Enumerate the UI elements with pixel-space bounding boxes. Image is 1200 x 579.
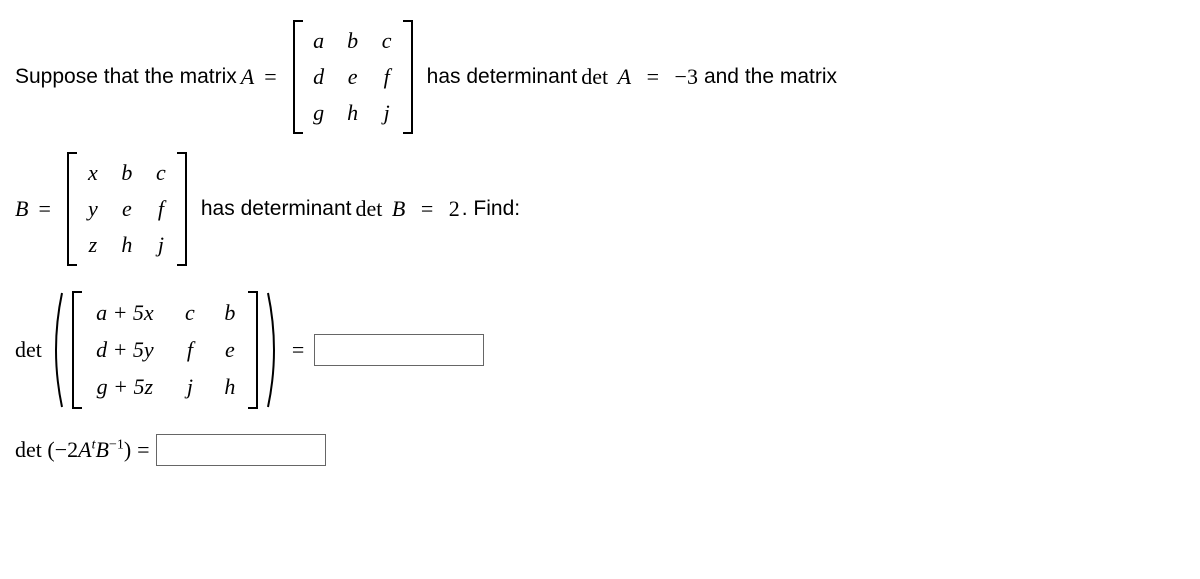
text-has-det-B: has determinant	[201, 197, 352, 221]
bracket-left-icon	[293, 20, 303, 134]
text-and-matrix: and the matrix	[704, 65, 837, 89]
paren-open: (	[47, 437, 54, 462]
bracket-right-icon	[248, 291, 258, 409]
matrix-A: a b c d e f g h j	[293, 20, 413, 134]
det-label: det	[355, 196, 382, 221]
det-var: A	[618, 64, 631, 89]
cell: e	[119, 196, 135, 222]
cell: c	[153, 160, 169, 186]
cell: g	[311, 100, 327, 126]
det-A-expression: det A = −3	[581, 64, 698, 90]
cell: c	[379, 28, 395, 54]
matrix-B: x b c y e f z h j	[67, 152, 187, 266]
var-A2: A	[78, 437, 91, 462]
var-B: B	[15, 196, 28, 222]
cell: b	[220, 300, 240, 326]
question-line-2: det (−2AtB−1) =	[15, 434, 1185, 466]
cell: c	[180, 300, 200, 326]
bracket-right-icon	[403, 20, 413, 134]
problem-line-1: Suppose that the matrix A = a b c d e f …	[15, 20, 1185, 134]
bracket-left-icon	[67, 152, 77, 266]
det-label: det	[15, 437, 42, 462]
neg2: −2	[55, 437, 78, 462]
equals-q2: =	[137, 437, 149, 463]
text-find: . Find:	[462, 197, 520, 221]
equals-2: =	[38, 196, 50, 222]
equals-q1: =	[292, 337, 304, 363]
paren-left-icon	[48, 291, 66, 409]
cell: y	[85, 196, 101, 222]
paren-right-icon	[264, 291, 282, 409]
cell: z	[85, 232, 101, 258]
cell: e	[345, 64, 361, 90]
answer-input-2[interactable]	[156, 434, 326, 466]
equals: =	[647, 64, 659, 89]
cell: d + 5y	[90, 337, 160, 363]
cell: j	[180, 374, 200, 400]
cell: d	[311, 64, 327, 90]
cell: x	[85, 160, 101, 186]
det-B-expression: det B = 2	[355, 196, 459, 222]
cell: j	[379, 100, 395, 126]
cell: f	[379, 64, 395, 90]
cell: b	[345, 28, 361, 54]
matrix-A-body: a b c d e f g h j	[303, 20, 403, 134]
bracket-left-icon	[72, 291, 82, 409]
det-val: 2	[449, 196, 460, 221]
det-val: −3	[675, 64, 698, 89]
paren-close: )	[124, 437, 131, 462]
text-has-det-A: has determinant	[427, 65, 578, 89]
det-expression-2: det (−2AtB−1)	[15, 437, 131, 463]
cell: a	[311, 28, 327, 54]
problem-line-2: B = x b c y e f z h j has determinant de…	[15, 152, 1185, 266]
cell: h	[345, 100, 361, 126]
inverse-sup: −1	[109, 438, 124, 453]
cell: h	[119, 232, 135, 258]
det-label-q1: det	[15, 337, 42, 363]
det-label: det	[581, 64, 608, 89]
matrix-B-body: x b c y e f z h j	[77, 152, 177, 266]
paren-group: a + 5x c b d + 5y f e g + 5z j h	[48, 291, 282, 409]
matrix-C-body: a + 5x c b d + 5y f e g + 5z j h	[82, 291, 248, 409]
cell: h	[220, 374, 240, 400]
bracket-right-icon	[177, 152, 187, 266]
det-var: B	[392, 196, 405, 221]
matrix-C: a + 5x c b d + 5y f e g + 5z j h	[72, 291, 258, 409]
cell: b	[119, 160, 135, 186]
cell: g + 5z	[90, 374, 160, 400]
var-B2: B	[95, 437, 108, 462]
cell: f	[153, 196, 169, 222]
cell: e	[220, 337, 240, 363]
equals-1: =	[264, 64, 276, 90]
text-suppose: Suppose that the matrix	[15, 65, 237, 89]
var-A: A	[241, 64, 254, 90]
cell: j	[153, 232, 169, 258]
cell: f	[180, 337, 200, 363]
equals: =	[421, 196, 433, 221]
question-line-1: det a + 5x c b d + 5y f e g + 5z j h =	[15, 291, 1185, 409]
cell: a + 5x	[90, 300, 160, 326]
answer-input-1[interactable]	[314, 334, 484, 366]
